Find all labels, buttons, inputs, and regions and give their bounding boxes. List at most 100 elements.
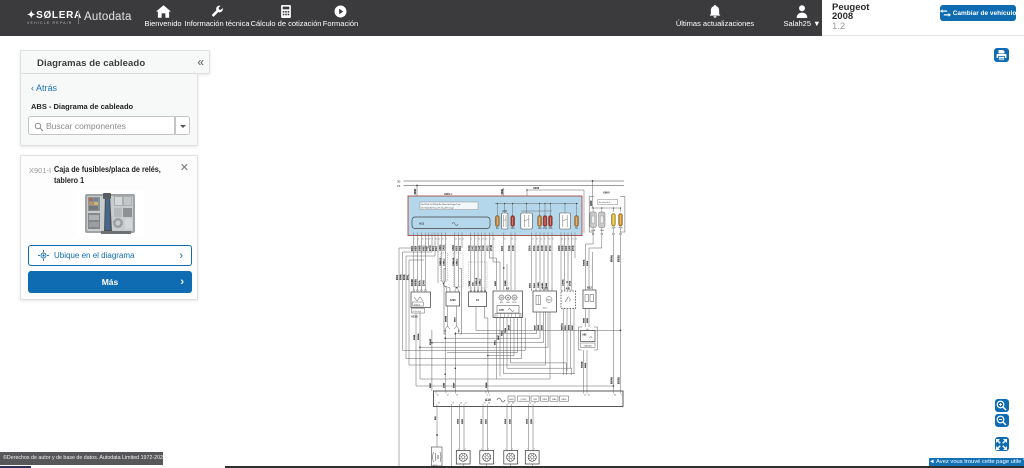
svg-text:A10: A10 xyxy=(485,398,491,402)
svg-text:904D: 904D xyxy=(414,189,417,195)
svg-text:14|B1|B4: 14|B1|B4 xyxy=(584,345,592,347)
svg-text:1: 1 xyxy=(414,238,415,240)
svg-text:2: 2 xyxy=(512,448,513,450)
svg-text:M26: M26 xyxy=(506,302,510,304)
svg-text:(2-11-4 p): (2-11-4 p) xyxy=(413,311,422,313)
svg-text:8003A: 8003A xyxy=(618,255,621,262)
svg-text:X901-I: X901-I xyxy=(444,192,452,196)
svg-text:X900: X900 xyxy=(603,191,610,195)
svg-text:904L: 904L xyxy=(407,274,410,280)
svg-text:B13: B13 xyxy=(587,285,592,289)
svg-text:70A: 70A xyxy=(600,229,604,232)
svg-text:104E: 104E xyxy=(442,382,445,388)
svg-text:600G: 600G xyxy=(569,325,571,330)
svg-text:L906A: L906A xyxy=(562,279,565,286)
svg-text:9: 9 xyxy=(475,238,476,240)
svg-text:904R: 904R xyxy=(508,325,511,330)
svg-text:1515: 1515 xyxy=(486,418,488,424)
svg-text:704A: 704A xyxy=(504,328,507,333)
svg-text:46: 46 xyxy=(529,402,531,404)
svg-text:1: 1 xyxy=(481,448,482,450)
svg-text:26: 26 xyxy=(460,402,462,404)
svg-text:204C: 204C xyxy=(545,245,548,251)
svg-text:104E: 104E xyxy=(479,245,482,251)
svg-text:3000: 3000 xyxy=(590,200,593,206)
svg-text:904A: 904A xyxy=(400,274,403,280)
svg-text:76B: 76B xyxy=(533,399,537,401)
svg-text:204F: 204F xyxy=(534,325,537,330)
svg-text:21: 21 xyxy=(504,238,506,240)
svg-text:9005A: 9005A xyxy=(417,333,420,340)
svg-text:1: 1 xyxy=(621,394,622,396)
svg-text:15A: 15A xyxy=(511,227,516,230)
svg-text:12: 12 xyxy=(532,238,534,240)
svg-text:104H: 104H xyxy=(423,280,426,286)
svg-text:47: 47 xyxy=(534,402,536,404)
svg-text:904N: 904N xyxy=(453,382,456,388)
svg-text:15A: 15A xyxy=(548,227,553,230)
svg-text:76B6: 76B6 xyxy=(542,399,548,401)
svg-text:Bn 901-b Cn 902-ab Bv 10-ae: Bn 901-b Cn 902-ab Bv 10-ae Gn 10-grn-2 … xyxy=(422,203,461,206)
svg-text:204H: 204H xyxy=(541,325,544,330)
svg-text:B6: B6 xyxy=(586,329,588,331)
svg-text:CABL.I: CABL.I xyxy=(443,258,446,266)
svg-text:JP91: JP91 xyxy=(502,211,508,213)
svg-text:104J: 104J xyxy=(533,282,536,288)
svg-text:1504: 1504 xyxy=(457,418,460,424)
svg-text:16: 16 xyxy=(478,238,480,240)
svg-text:104C: 104C xyxy=(472,245,475,251)
svg-text:CABL: CABL xyxy=(439,244,442,251)
svg-text:1: 1 xyxy=(527,448,528,450)
svg-text:11: 11 xyxy=(584,394,586,396)
svg-text:6B05: 6B05 xyxy=(562,399,568,401)
svg-text:8003A: 8003A xyxy=(618,377,621,384)
svg-text:80A: 80A xyxy=(591,229,595,232)
svg-text:28: 28 xyxy=(511,238,513,240)
svg-text:X908: X908 xyxy=(533,186,540,190)
svg-text:6: 6 xyxy=(432,238,433,240)
svg-text:13: 13 xyxy=(452,402,454,404)
svg-text:13: 13 xyxy=(435,238,437,240)
svg-text:6000A: 6000A xyxy=(583,259,586,266)
svg-text:204A: 204A xyxy=(537,245,540,251)
svg-text:A23B: A23B xyxy=(411,315,418,319)
svg-text:7: 7 xyxy=(490,238,491,240)
svg-text:2: 2 xyxy=(534,448,535,450)
svg-text:30: 30 xyxy=(614,394,616,396)
svg-text:24: 24 xyxy=(561,238,563,240)
svg-text:600F: 600F xyxy=(430,382,432,388)
svg-text:8: 8 xyxy=(568,238,569,240)
svg-text:42: 42 xyxy=(508,402,510,404)
svg-text:904T: 904T xyxy=(454,317,457,322)
svg-text:(7905): (7905) xyxy=(520,399,526,401)
svg-text:9008A: 9008A xyxy=(415,279,418,286)
svg-text:1: 1 xyxy=(565,238,566,240)
svg-text:A7B: A7B xyxy=(499,309,504,312)
svg-text:37: 37 xyxy=(484,402,486,404)
svg-text:4: 4 xyxy=(446,238,447,240)
svg-text:5: 5 xyxy=(515,238,516,240)
svg-text:18: 18 xyxy=(459,238,461,240)
svg-text:X1: X1 xyxy=(476,298,480,302)
svg-text:5A: 5A xyxy=(496,227,499,230)
svg-text:43: 43 xyxy=(512,402,514,404)
svg-text:9004: 9004 xyxy=(396,274,399,280)
svg-text:9000B: 9000B xyxy=(446,315,448,322)
svg-text:11: 11 xyxy=(455,238,457,240)
svg-text:M131: M131 xyxy=(512,302,517,304)
svg-text:14: 14 xyxy=(493,238,495,240)
svg-text:6: 6 xyxy=(487,394,488,396)
svg-text:6004B: 6004B xyxy=(581,361,584,368)
svg-text:1: 1 xyxy=(505,448,506,450)
svg-text:25: 25 xyxy=(462,238,464,240)
svg-text:15: 15 xyxy=(397,184,401,188)
svg-text:A2: A2 xyxy=(506,287,510,291)
svg-text:970A: 970A xyxy=(429,245,432,251)
svg-text:104M: 104M xyxy=(504,280,507,286)
svg-text:Bn 903-b Bn 90-aw Pn 10-ad: Bn 903-b Bn 90-aw Pn 10-ad Fn 10-gl xyxy=(422,207,454,209)
svg-text:104P: 104P xyxy=(497,335,500,340)
svg-text:204B: 204B xyxy=(541,245,544,251)
svg-text:8004A: 8004A xyxy=(611,377,614,384)
svg-text:3: 3 xyxy=(544,238,545,240)
svg-text:17: 17 xyxy=(552,238,554,240)
